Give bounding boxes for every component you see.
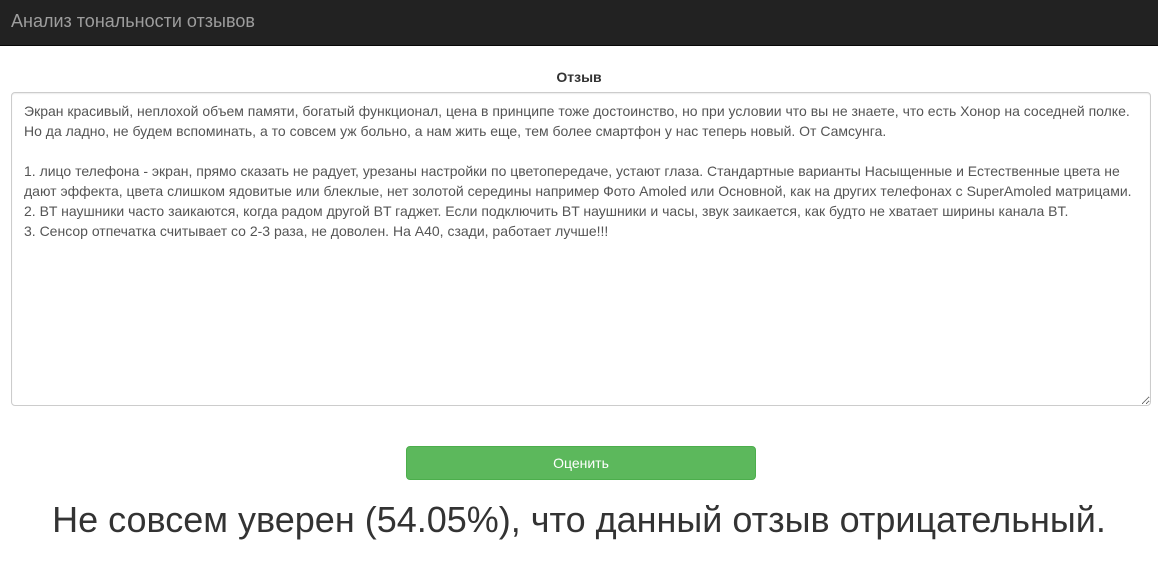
sentiment-result: Не совсем уверен (54.05%), что данный от… bbox=[52, 499, 1106, 540]
navbar-brand[interactable]: Анализ тональности отзывов bbox=[11, 11, 255, 31]
evaluate-button[interactable]: Оценить bbox=[406, 446, 756, 480]
review-label: Отзыв bbox=[556, 69, 602, 85]
top-navbar: Анализ тональности отзывов bbox=[0, 0, 1158, 46]
review-textarea[interactable]: Экран красивый, неплохой объем памяти, б… bbox=[11, 92, 1151, 406]
